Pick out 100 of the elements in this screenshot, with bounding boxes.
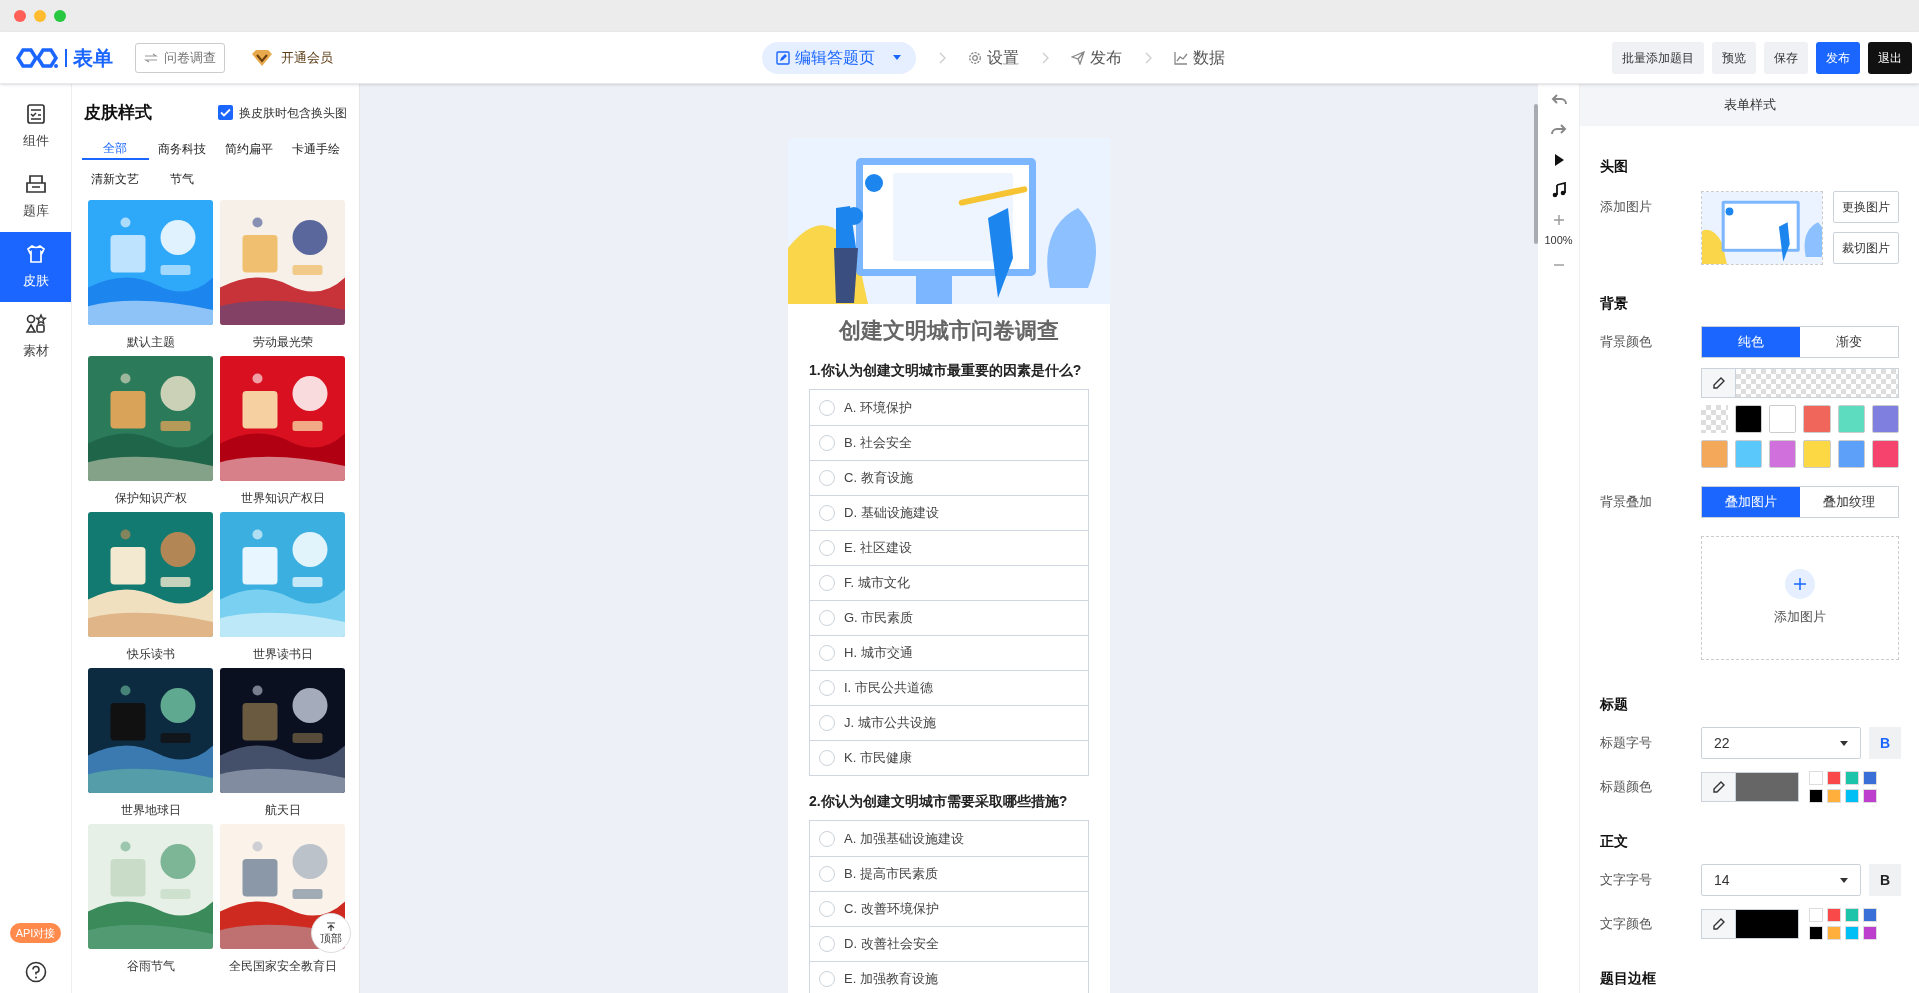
answer-option[interactable]: F. 城市文化: [810, 565, 1088, 600]
image-dropzone[interactable]: 添加图片: [1701, 536, 1899, 660]
color-swatch[interactable]: [1845, 771, 1859, 785]
logo-text: 表单: [73, 45, 113, 71]
color-swatch[interactable]: [1863, 789, 1877, 803]
chevron-icon: [1041, 52, 1049, 64]
color-picker[interactable]: [1701, 368, 1899, 398]
maximize-window-icon[interactable]: [54, 10, 66, 22]
close-window-icon[interactable]: [14, 10, 26, 22]
color-picker[interactable]: [1701, 909, 1799, 939]
color-swatch[interactable]: [1701, 440, 1729, 468]
inbox-icon: [24, 173, 47, 196]
answer-option[interactable]: E. 加强教育设施: [810, 961, 1088, 993]
color-swatch[interactable]: [1837, 405, 1865, 433]
rail-tab[interactable]: 题库: [0, 162, 71, 232]
color-swatch[interactable]: [1803, 405, 1831, 433]
action-button[interactable]: 预览: [1712, 41, 1756, 74]
color-picker[interactable]: [1701, 772, 1799, 802]
color-swatch[interactable]: [1863, 771, 1877, 785]
answer-option[interactable]: E. 社区建设: [810, 530, 1088, 565]
step-tab[interactable]: 设置: [968, 42, 1019, 74]
bold-button[interactable]: B: [1869, 727, 1901, 759]
field-label: 添加图片: [1600, 198, 1653, 216]
color-swatch[interactable]: [1735, 440, 1763, 468]
answer-option[interactable]: B. 提高市民素质: [810, 856, 1088, 891]
answer-option[interactable]: G. 市民素质: [810, 600, 1088, 635]
category-tab[interactable]: 节气: [148, 167, 216, 190]
field-label: 背景颜色: [1600, 333, 1653, 351]
color-swatch[interactable]: [1803, 440, 1831, 468]
color-swatch[interactable]: [1769, 405, 1797, 433]
option-label: H. 城市交通: [844, 644, 913, 663]
help-icon[interactable]: [24, 961, 47, 983]
color-swatch[interactable]: [1809, 789, 1823, 803]
vip-link[interactable]: 开通会员: [251, 47, 333, 68]
theme-name: 世界地球日: [120, 801, 181, 818]
send-icon: [1071, 51, 1085, 65]
answer-option[interactable]: J. 城市公共设施: [810, 705, 1088, 740]
color-swatch[interactable]: [1845, 908, 1859, 922]
category-tab[interactable]: 清新文艺: [82, 167, 149, 190]
color-swatch[interactable]: [1837, 440, 1865, 468]
image-button[interactable]: 更换图片: [1833, 191, 1899, 223]
caret-icon: [1840, 740, 1848, 746]
answer-option[interactable]: B. 社会安全: [810, 425, 1088, 460]
action-button[interactable]: 发布: [1816, 41, 1860, 74]
bold-button[interactable]: B: [1869, 864, 1901, 896]
survey-type-button[interactable]: 问卷调查: [135, 42, 225, 73]
color-swatch[interactable]: [1871, 405, 1899, 433]
category-tab[interactable]: 商务科技: [148, 137, 216, 160]
option-label: C. 教育设施: [844, 469, 913, 488]
checklist-icon: [24, 103, 47, 126]
color-swatch[interactable]: [1827, 926, 1841, 940]
section-heading: 标题: [1600, 695, 1629, 714]
back-to-top-button[interactable]: 顶部: [311, 913, 351, 953]
rail-tab[interactable]: 组件: [0, 92, 71, 162]
rail-tab[interactable]: 素材: [0, 302, 71, 372]
shapes-icon: [24, 313, 47, 336]
color-swatch[interactable]: [1827, 789, 1841, 803]
color-swatch[interactable]: [1827, 908, 1841, 922]
answer-option[interactable]: D. 基础设施建设: [810, 495, 1088, 530]
step-tab[interactable]: 发布: [1071, 42, 1122, 74]
checkbox[interactable]: [218, 105, 233, 121]
answer-option[interactable]: K. 市民健康: [810, 740, 1088, 775]
answer-option[interactable]: I. 市民公共道德: [810, 670, 1088, 705]
answer-option[interactable]: C. 教育设施: [810, 460, 1088, 495]
action-button[interactable]: 批量添加题目: [1612, 41, 1704, 74]
segment-tab[interactable]: 叠加图片: [1702, 487, 1800, 517]
color-swatch[interactable]: [1871, 440, 1899, 468]
category-tab[interactable]: 全部: [82, 137, 149, 160]
action-button[interactable]: 保存: [1764, 41, 1808, 74]
segment-tab[interactable]: 纯色: [1702, 327, 1800, 357]
color-swatch[interactable]: [1809, 926, 1823, 940]
font-size-select[interactable]: 14: [1701, 864, 1861, 896]
action-button[interactable]: 退出: [1868, 41, 1912, 74]
theme-name: 默认主题: [126, 333, 175, 350]
color-swatch[interactable]: [1863, 926, 1877, 940]
color-swatch[interactable]: [1845, 789, 1859, 803]
color-swatch[interactable]: [1863, 908, 1877, 922]
color-swatch[interactable]: [1809, 771, 1823, 785]
step-tab[interactable]: 编辑答题页: [762, 42, 916, 74]
answer-option[interactable]: A. 加强基础设施建设: [810, 821, 1088, 856]
answer-option[interactable]: H. 城市交通: [810, 635, 1088, 670]
rail-tab[interactable]: 皮肤: [0, 232, 71, 302]
answer-option[interactable]: C. 改善环境保护: [810, 891, 1088, 926]
color-swatch[interactable]: [1769, 440, 1797, 468]
color-swatch[interactable]: [1809, 908, 1823, 922]
scrollbar[interactable]: [1534, 104, 1538, 244]
step-tab[interactable]: 数据: [1174, 42, 1225, 74]
image-button[interactable]: 裁切图片: [1833, 232, 1899, 264]
category-tab[interactable]: 卡通手绘: [282, 137, 349, 160]
chevron-icon: [938, 52, 946, 64]
answer-option[interactable]: D. 改善社会安全: [810, 926, 1088, 961]
color-swatch[interactable]: [1845, 926, 1859, 940]
answer-option[interactable]: A. 环境保护: [810, 390, 1088, 425]
music-note-icon[interactable]: [1550, 182, 1567, 198]
color-swatch[interactable]: [1827, 771, 1841, 785]
minimize-window-icon[interactable]: [34, 10, 46, 22]
swap-icon: [144, 52, 158, 63]
color-swatch[interactable]: [1735, 405, 1763, 433]
category-tab[interactable]: 简约扁平: [215, 137, 283, 160]
font-size-select[interactable]: 22: [1701, 727, 1861, 759]
